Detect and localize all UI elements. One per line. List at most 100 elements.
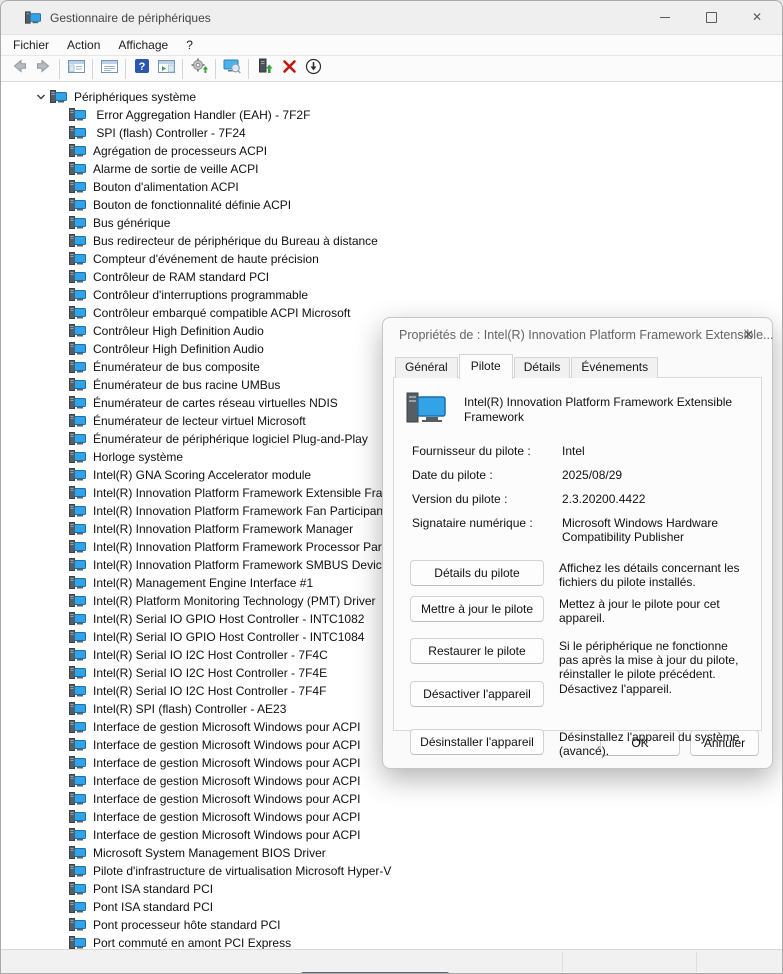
action-description: Affichez les détails concernant les fich…: [559, 561, 749, 589]
tab-pilote[interactable]: Pilote: [459, 354, 513, 379]
action-pane-button[interactable]: [154, 58, 178, 80]
disable-button[interactable]: [301, 58, 325, 80]
properties-button[interactable]: [97, 58, 121, 80]
action-button[interactable]: Mettre à jour le pilote: [410, 596, 544, 622]
toolbar: ?: [1, 56, 782, 82]
tree-item-label: Interface de gestion Microsoft Windows p…: [93, 756, 360, 770]
system-device-icon: [69, 234, 86, 248]
system-device-icon: [69, 792, 86, 806]
menu-item-fichier[interactable]: Fichier: [4, 36, 58, 54]
system-device-icon: [69, 270, 86, 284]
driver-field-row: Fournisseur du pilote :Intel: [412, 444, 749, 458]
back-arrow-button[interactable]: [7, 58, 31, 80]
chevron-down-icon[interactable]: [35, 92, 47, 102]
close-button[interactable]: ✕: [734, 1, 780, 33]
tree-item[interactable]: Pont processeur hôte standard PCI: [2, 916, 783, 934]
forward-arrow-button[interactable]: [31, 58, 55, 80]
system-device-icon: [69, 828, 86, 842]
tree-item[interactable]: Interface de gestion Microsoft Windows p…: [2, 790, 783, 808]
system-device-icon: [69, 288, 86, 302]
tab-général[interactable]: Général: [395, 357, 458, 378]
tree-item[interactable]: Contrôleur d'interruptions programmable: [2, 286, 783, 304]
uninstall-button[interactable]: [277, 58, 301, 80]
tree-item[interactable]: Interface de gestion Microsoft Windows p…: [2, 772, 783, 790]
tree-item-label: Interface de gestion Microsoft Windows p…: [93, 720, 360, 734]
tree-item[interactable]: Contrôleur de RAM standard PCI: [2, 268, 783, 286]
dialog-close-button[interactable]: ✕: [739, 325, 758, 345]
system-device-icon: [69, 648, 86, 662]
divider: [696, 952, 697, 972]
scan-hardware-button[interactable]: [220, 58, 244, 80]
tree-item[interactable]: Microsoft System Management BIOS Driver: [2, 844, 783, 862]
tree-item[interactable]: Pont ISA standard PCI: [2, 880, 783, 898]
help-icon: ?: [134, 58, 150, 79]
tree-item[interactable]: Compteur d'événement de haute précision: [2, 250, 783, 268]
tree-item[interactable]: Bouton de fonctionnalité définie ACPI: [2, 196, 783, 214]
field-label: Signataire numérique :: [412, 516, 562, 544]
tree-item[interactable]: Pont ISA standard PCI: [2, 898, 783, 916]
update-device-icon: [257, 58, 273, 79]
tree-item[interactable]: Bus générique: [2, 214, 783, 232]
action-button[interactable]: Désactiver l'appareil: [410, 681, 544, 707]
system-device-icon: [69, 666, 86, 680]
minimize-button[interactable]: [642, 1, 688, 33]
tree-item[interactable]: Agrégation de processeurs ACPI: [2, 142, 783, 160]
tree-item-label: Intel(R) Innovation Platform Framework P…: [93, 540, 420, 554]
action-button[interactable]: Désinstaller l'appareil: [410, 729, 544, 755]
tree-item[interactable]: Pilote d'infrastructure de virtualisatio…: [2, 862, 783, 880]
properties-dialog: Propriétés de : Intel(R) Innovation Plat…: [382, 317, 773, 769]
tree-item[interactable]: Bouton d'alimentation ACPI: [2, 178, 783, 196]
menu-item-action[interactable]: Action: [58, 36, 109, 54]
tree-item-label: Interface de gestion Microsoft Windows p…: [93, 774, 360, 788]
driver-action-row: Désactiver l'appareilDésactivez l'appare…: [410, 681, 749, 707]
maximize-button[interactable]: [688, 1, 734, 33]
tab-événements[interactable]: Événements: [571, 357, 658, 378]
tree-item-label: Contrôleur High Definition Audio: [93, 342, 264, 356]
action-button[interactable]: Détails du pilote: [410, 560, 544, 586]
console-tree-button[interactable]: [64, 58, 88, 80]
driver-fields: Fournisseur du pilote :IntelDate du pilo…: [404, 444, 749, 544]
tree-item-label: Intel(R) Management Engine Interface #1: [93, 576, 313, 590]
update-device-button[interactable]: [253, 58, 277, 80]
driver-action-row: Détails du pilote Affichez les détails co…: [410, 560, 749, 589]
tab-détails[interactable]: Détails: [514, 357, 571, 378]
tree-item-label: Intel(R) Innovation Platform Framework F…: [93, 504, 386, 518]
driver-action-row: Mettre à jour le piloteMettez à jour le …: [410, 596, 749, 625]
tree-item-label: Contrôleur d'interruptions programmable: [93, 288, 308, 302]
toolbar-separator: [125, 59, 126, 79]
tree-item[interactable]: SPI (flash) Controller - 7F24: [2, 124, 783, 142]
svg-text:?: ?: [139, 61, 146, 73]
action-description: Si le périphérique ne fonctionne pas apr…: [559, 639, 749, 681]
tree-item[interactable]: Bus redirecteur de périphérique du Burea…: [2, 232, 783, 250]
help-button[interactable]: ?: [130, 58, 154, 80]
tree-item-label: Pilote d'infrastructure de virtualisatio…: [93, 864, 391, 878]
tree-item[interactable]: Interface de gestion Microsoft Windows p…: [2, 826, 783, 844]
status-strip: [1, 949, 783, 974]
system-device-icon: [69, 378, 86, 392]
menu-item-affichage[interactable]: Affichage: [109, 36, 177, 54]
system-device-icon: [69, 774, 86, 788]
menu-item-?[interactable]: ?: [177, 36, 202, 54]
action-button[interactable]: Restaurer le pilote: [410, 638, 544, 664]
system-device-icon: [69, 342, 86, 356]
system-device-icon: [69, 576, 86, 590]
field-label: Fournisseur du pilote :: [412, 444, 562, 458]
field-value: 2.3.20200.4422: [562, 492, 749, 506]
system-device-icon: [69, 738, 86, 752]
tree-item[interactable]: Interface de gestion Microsoft Windows p…: [2, 808, 783, 826]
disable-icon: [305, 58, 322, 80]
tree-item[interactable]: Error Aggregation Handler (EAH) - 7F2F: [2, 106, 783, 124]
tree-item[interactable]: Alarme de sortie de veille ACPI: [2, 160, 783, 178]
tree-item[interactable]: Port commuté en amont PCI Express: [2, 934, 783, 949]
system-device-icon: [69, 414, 86, 428]
device-name: Intel(R) Innovation Platform Framework E…: [464, 395, 749, 430]
system-device-icon: [69, 540, 86, 554]
tree-root-peripheriques-systeme[interactable]: Périphériques système: [2, 88, 783, 106]
tree-item-label: Intel(R) Serial IO GPIO Host Controller …: [93, 612, 364, 626]
system-device-icon: [69, 630, 86, 644]
system-device-icon: [69, 864, 86, 878]
action-description: Désinstallez l'appareil du système (avan…: [559, 730, 749, 758]
system-device-icon: [69, 936, 86, 949]
tree-item-label: Contrôleur de RAM standard PCI: [93, 270, 269, 284]
update-driver-gear-button[interactable]: [187, 58, 211, 80]
